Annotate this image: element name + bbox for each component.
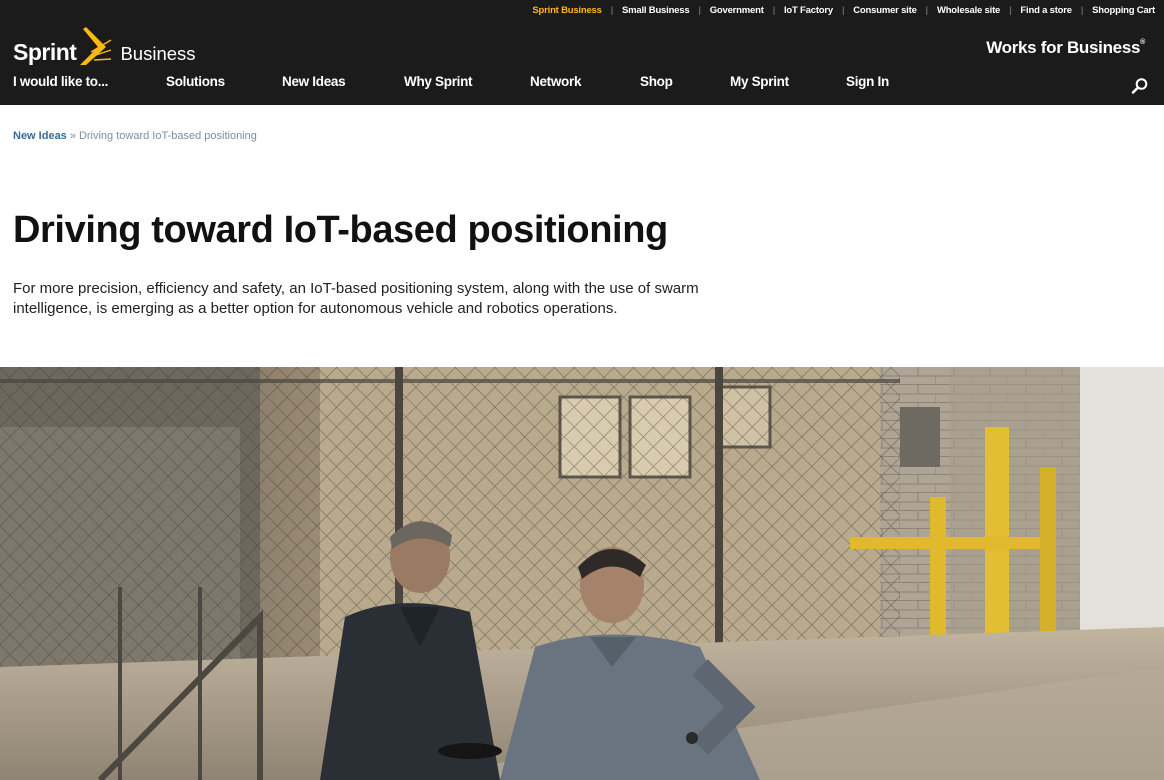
utility-link-small-business[interactable]: Small Business <box>622 5 690 16</box>
breadcrumb-separator: » <box>69 130 76 142</box>
nav-item-why-sprint[interactable]: Why Sprint <box>404 74 473 89</box>
main-nav: I would like to... Solutions New Ideas W… <box>0 74 960 98</box>
site-header: Sprint Business | Small Business | Gover… <box>0 0 1164 105</box>
utility-separator: | <box>841 5 845 16</box>
tagline: Works for Business® <box>986 38 1145 58</box>
utility-separator: | <box>610 5 613 16</box>
article-intro: For more precision, efficiency and safet… <box>13 280 699 317</box>
sprint-business-logo[interactable]: Sprint Business <box>13 22 196 65</box>
nav-item-sign-in[interactable]: Sign In <box>846 74 889 89</box>
search-button[interactable] <box>1131 77 1149 95</box>
hero-photo-illustration <box>0 367 1164 780</box>
breadcrumb-link-new-ideas[interactable]: New Ideas <box>13 130 67 142</box>
search-icon <box>1131 78 1148 94</box>
utility-link-government[interactable]: Government <box>710 5 764 16</box>
utility-link-sprint-business[interactable]: Sprint Business <box>532 5 602 16</box>
nav-item-shop[interactable]: Shop <box>640 74 673 89</box>
logo-sub-text: Business <box>120 42 196 64</box>
nav-item-solutions[interactable]: Solutions <box>166 74 225 89</box>
utility-separator: | <box>1009 5 1012 16</box>
utility-link-find-a-store[interactable]: Find a store <box>1020 5 1072 16</box>
breadcrumb-current: Driving toward IoT-based positioning <box>78 130 257 142</box>
sprint-burst-logo-icon <box>80 27 112 65</box>
nav-item-new-ideas[interactable]: New Ideas <box>282 74 346 89</box>
nav-item-network[interactable]: Network <box>530 74 581 89</box>
utility-link-shopping-cart[interactable]: Shopping Cart <box>1092 5 1155 16</box>
utility-separator: | <box>925 5 928 16</box>
nav-item-my-sprint[interactable]: My Sprint <box>730 74 789 89</box>
utility-link-iot-factory[interactable]: IoT Factory <box>784 5 833 16</box>
utility-separator: | <box>1080 5 1084 16</box>
breadcrumb: New Ideas» Driving toward IoT-based posit… <box>13 130 257 142</box>
utility-nav: Sprint Business | Small Business | Gover… <box>532 5 1155 16</box>
utility-separator: | <box>698 5 701 16</box>
utility-link-consumer-site[interactable]: Consumer site <box>853 5 917 16</box>
registered-mark: ® <box>1140 39 1145 47</box>
tagline-text: Works for Business <box>986 38 1141 57</box>
utility-link-wholesale-site[interactable]: Wholesale site <box>937 5 1000 16</box>
hero-image <box>0 367 1164 780</box>
utility-separator: | <box>772 5 775 16</box>
page-title: Driving toward IoT-based positioning <box>13 209 668 251</box>
nav-item-i-would-like-to[interactable]: I would like to... <box>13 74 108 89</box>
logo-brand-text: Sprint <box>13 39 77 65</box>
